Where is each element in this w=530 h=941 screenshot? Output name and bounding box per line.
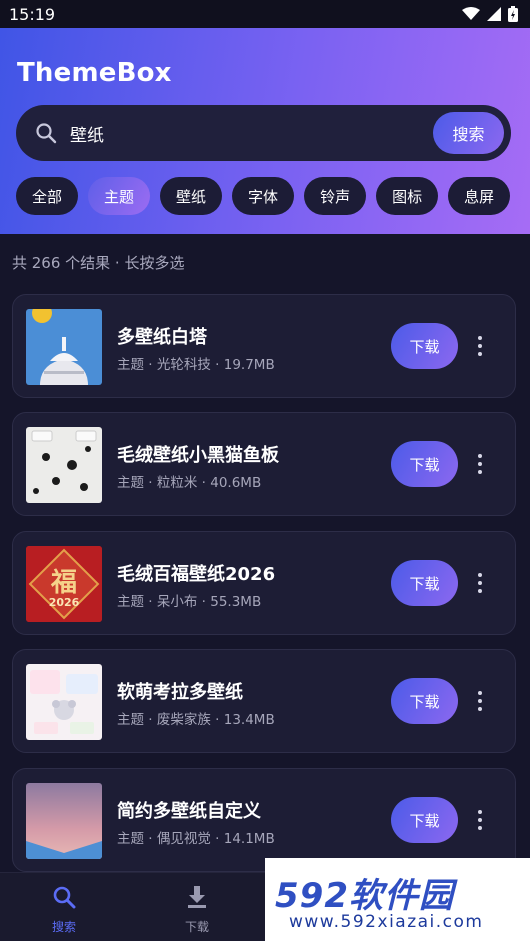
item-meta: 主题 · 呆小布 · 55.3MB <box>117 594 262 610</box>
wifi-icon <box>462 7 480 20</box>
download-button[interactable]: 下载 <box>391 323 458 369</box>
category-chip[interactable]: 铃声 <box>304 177 367 215</box>
battery-icon <box>508 6 518 22</box>
header: ThemeBox 搜索 全部主题壁纸字体铃声图标息屏 <box>0 28 530 234</box>
item-meta: 主题 · 废柴家族 · 13.4MB <box>117 712 275 728</box>
more-options-icon[interactable] <box>471 568 489 598</box>
theme-thumbnail <box>26 309 102 385</box>
search-button[interactable]: 搜索 <box>433 112 504 154</box>
list-item[interactable]: 多壁纸白塔 主题 · 光轮科技 · 19.7MB 下载 <box>12 294 516 398</box>
download-button[interactable]: 下载 <box>391 441 458 487</box>
status-icons <box>462 6 518 22</box>
theme-thumbnail <box>26 664 102 740</box>
download-button[interactable]: 下载 <box>391 797 458 843</box>
thumb-year: 2026 <box>48 596 80 609</box>
status-time: 15:19 <box>9 4 56 24</box>
search-bar: 搜索 <box>16 105 511 161</box>
item-title: 多壁纸白塔 <box>117 327 207 348</box>
item-title: 毛绒壁纸小黑猫鱼板 <box>117 445 279 466</box>
item-meta: 主题 · 光轮科技 · 19.7MB <box>117 357 275 373</box>
more-options-icon[interactable] <box>471 686 489 716</box>
list-item[interactable]: 简约多壁纸自定义 主题 · 偶见视觉 · 14.1MB 下载 <box>12 768 516 872</box>
list-item[interactable]: 软萌考拉多壁纸 主题 · 废柴家族 · 13.4MB 下载 <box>12 649 516 753</box>
nav-label: 下载 <box>184 920 209 934</box>
item-title: 毛绒百福壁纸2026 <box>117 564 276 585</box>
theme-thumbnail: 福 2026 <box>26 546 102 622</box>
download-button[interactable]: 下载 <box>391 678 458 724</box>
download-button[interactable]: 下载 <box>391 560 458 606</box>
watermark-url: www.592xiazai.com <box>289 912 484 932</box>
category-chip[interactable]: 壁纸 <box>160 177 223 215</box>
item-title: 简约多壁纸自定义 <box>117 801 261 822</box>
category-chip[interactable]: 图标 <box>376 177 439 215</box>
category-chip[interactable]: 全部 <box>16 177 79 215</box>
category-chip[interactable]: 主题 <box>88 177 151 215</box>
site-watermark: 592软件园 www.592xiazai.com <box>265 858 530 941</box>
category-chip[interactable]: 字体 <box>232 177 295 215</box>
list-item[interactable]: 毛绒壁纸小黑猫鱼板 主题 · 粒粒米 · 40.6MB 下载 <box>12 412 516 516</box>
nav-label: 搜索 <box>51 920 76 934</box>
theme-thumbnail <box>26 427 102 503</box>
search-icon <box>53 886 76 909</box>
search-icon <box>36 123 57 144</box>
search-input[interactable] <box>70 119 430 147</box>
result-summary: 共 266 个结果 · 长按多选 <box>12 254 185 272</box>
more-options-icon[interactable] <box>471 331 489 361</box>
more-options-icon[interactable] <box>471 805 489 835</box>
watermark-logo: 592软件园 <box>275 876 454 916</box>
app-title: ThemeBox <box>17 58 172 88</box>
category-chip[interactable]: 息屏 <box>448 177 511 215</box>
theme-thumbnail <box>26 783 102 859</box>
more-options-icon[interactable] <box>471 449 489 479</box>
category-chips: 全部 主题 壁纸 字体 铃声 图标 息屏 <box>16 177 530 215</box>
status-bar: 15:19 <box>0 0 530 28</box>
list-item[interactable]: 福 2026 毛绒百福壁纸2026 主题 · 呆小布 · 55.3MB 下载 <box>12 531 516 635</box>
item-meta: 主题 · 偶见视觉 · 14.1MB <box>117 831 275 847</box>
signal-icon <box>487 7 501 21</box>
nav-item-search[interactable]: 搜索 <box>34 885 94 935</box>
item-meta: 主题 · 粒粒米 · 40.6MB <box>117 475 262 491</box>
item-title: 软萌考拉多壁纸 <box>117 682 243 703</box>
nav-item-download[interactable]: 下载 <box>167 885 227 935</box>
thumb-fu-char: 福 <box>50 568 77 598</box>
download-icon <box>188 886 206 908</box>
